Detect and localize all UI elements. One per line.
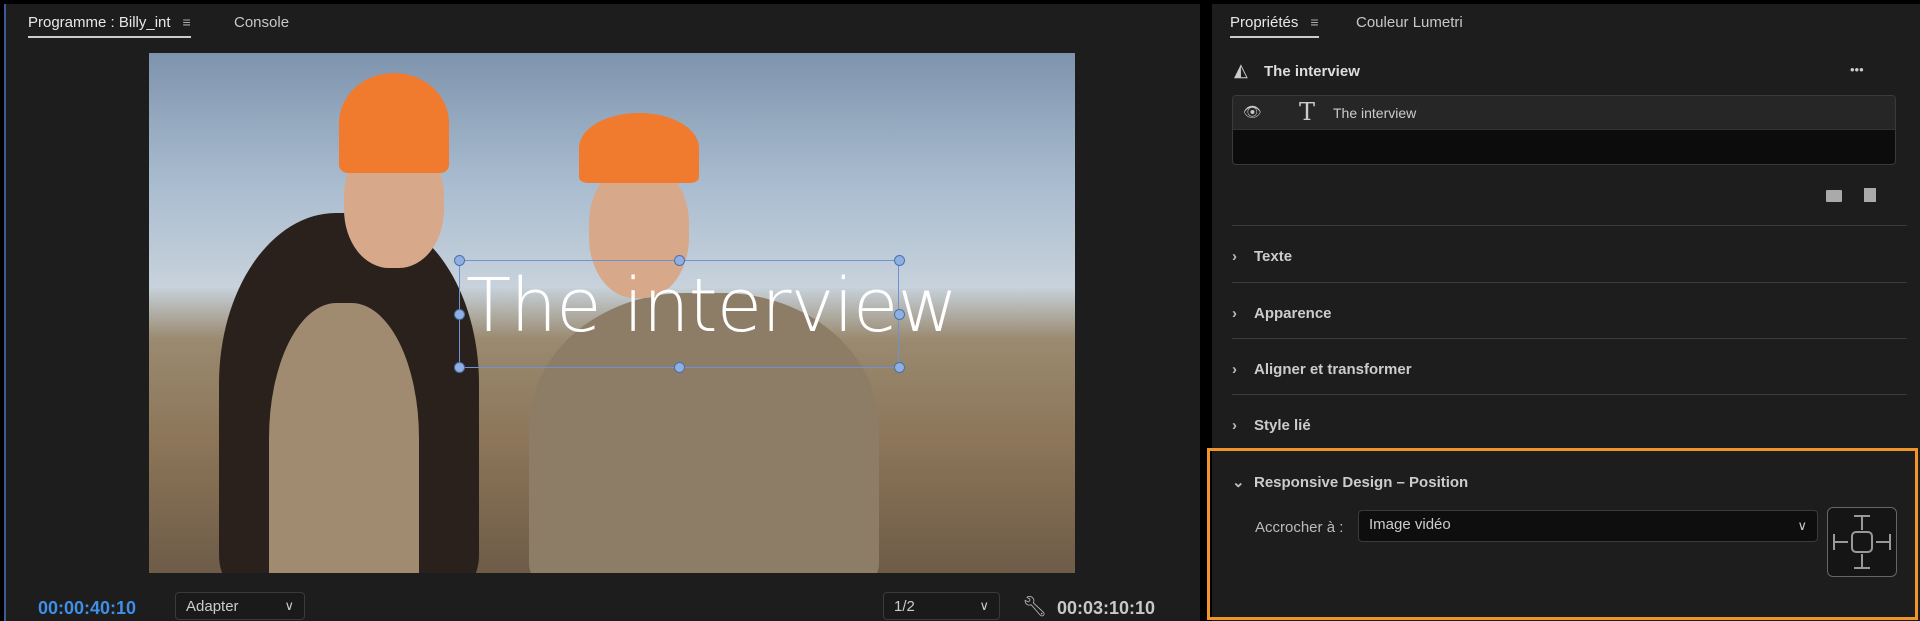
title-bounding-box[interactable]: The interview [454,255,958,373]
video-preview[interactable]: The interview [149,53,1075,573]
resize-handle[interactable] [894,362,905,373]
tab-label: Programme : Billy_int [28,14,171,31]
graphic-shape-icon: ◭ [1234,60,1248,80]
section-align-transform[interactable]: › Aligner et transformer [1232,361,1902,378]
resize-handle[interactable] [894,309,905,320]
section-label: Responsive Design – Position [1254,474,1469,491]
resize-handle[interactable] [454,309,465,320]
resolution-dropdown[interactable]: 1/2 ∨ [883,592,1000,620]
chevron-down-icon: ⌄ [1232,474,1245,491]
tab-console[interactable]: Console [234,14,289,31]
jacket-left [269,303,419,573]
tab-lumetri-color[interactable]: Couleur Lumetri [1356,14,1463,31]
divider [1232,225,1907,226]
clip-name: The interview [1264,63,1360,80]
text-layer-icon: T [1299,98,1316,126]
hat-left [339,73,449,173]
chevron-right-icon: › [1232,305,1237,322]
current-timecode[interactable]: 00:00:40:10 [38,598,136,619]
new-layer-icon[interactable] [1864,188,1876,202]
wrench-icon[interactable]: 🔧︎ [1022,594,1047,619]
visibility-eye-icon[interactable]: 👁︎ [1243,103,1262,121]
pin-edges-icon [1833,515,1891,569]
tab-program[interactable]: Programme : Billy_int ≡ [28,14,191,38]
section-label: Texte [1254,248,1293,265]
layer-row[interactable]: 👁︎ T The interview [1233,96,1895,130]
chevron-down-icon: ∨ [979,598,989,613]
hat-right [579,113,699,183]
chevron-right-icon: › [1232,361,1237,378]
divider [1232,394,1907,395]
resize-handle[interactable] [454,362,465,373]
pin-to-label: Accrocher à : [1255,519,1344,536]
section-label: Aligner et transformer [1254,361,1412,378]
divider [1232,338,1907,339]
pin-to-value: Image vidéo [1369,516,1451,533]
panel-menu-icon[interactable]: ≡ [183,14,191,30]
chevron-right-icon: › [1232,417,1237,434]
pin-position-widget[interactable] [1827,507,1897,577]
chevron-down-icon: ∨ [1797,518,1807,533]
new-group-folder-icon[interactable] [1826,190,1842,202]
resize-handle[interactable] [894,255,905,266]
resolution-value: 1/2 [894,598,915,615]
panel-menu-icon[interactable]: ≡ [1310,14,1318,30]
layer-list: 👁︎ T The interview [1232,95,1896,165]
section-linked-style[interactable]: › Style lié [1232,417,1902,434]
section-label: Style lié [1254,417,1311,434]
section-text[interactable]: › Texte [1232,248,1902,265]
title-text: The interview [466,263,958,349]
section-appearance[interactable]: › Apparence [1232,305,1902,322]
program-monitor-panel: Programme : Billy_int ≡ Console The inter… [4,4,1200,621]
responsive-design-highlight: ⌄ Responsive Design – Position Accrocher … [1207,448,1918,620]
chevron-down-icon: ∨ [284,598,294,613]
layer-name: The interview [1333,105,1417,121]
tab-label: Propriétés [1230,14,1299,31]
zoom-level-value: Adapter [186,598,239,615]
divider [1232,282,1907,283]
chevron-right-icon: › [1232,248,1237,265]
resize-handle[interactable] [454,255,465,266]
zoom-level-dropdown[interactable]: Adapter ∨ [175,592,305,620]
section-responsive-position[interactable]: ⌄ Responsive Design – Position [1232,473,1902,491]
duration-timecode: 00:03:10:10 [1057,598,1156,618]
more-options-button[interactable]: ••• [1850,62,1864,77]
tab-properties[interactable]: Propriétés ≡ [1230,14,1319,38]
resize-handle[interactable] [674,362,685,373]
section-label: Apparence [1254,305,1332,322]
resize-handle[interactable] [674,255,685,266]
pin-to-dropdown[interactable]: Image vidéo ∨ [1358,510,1818,542]
